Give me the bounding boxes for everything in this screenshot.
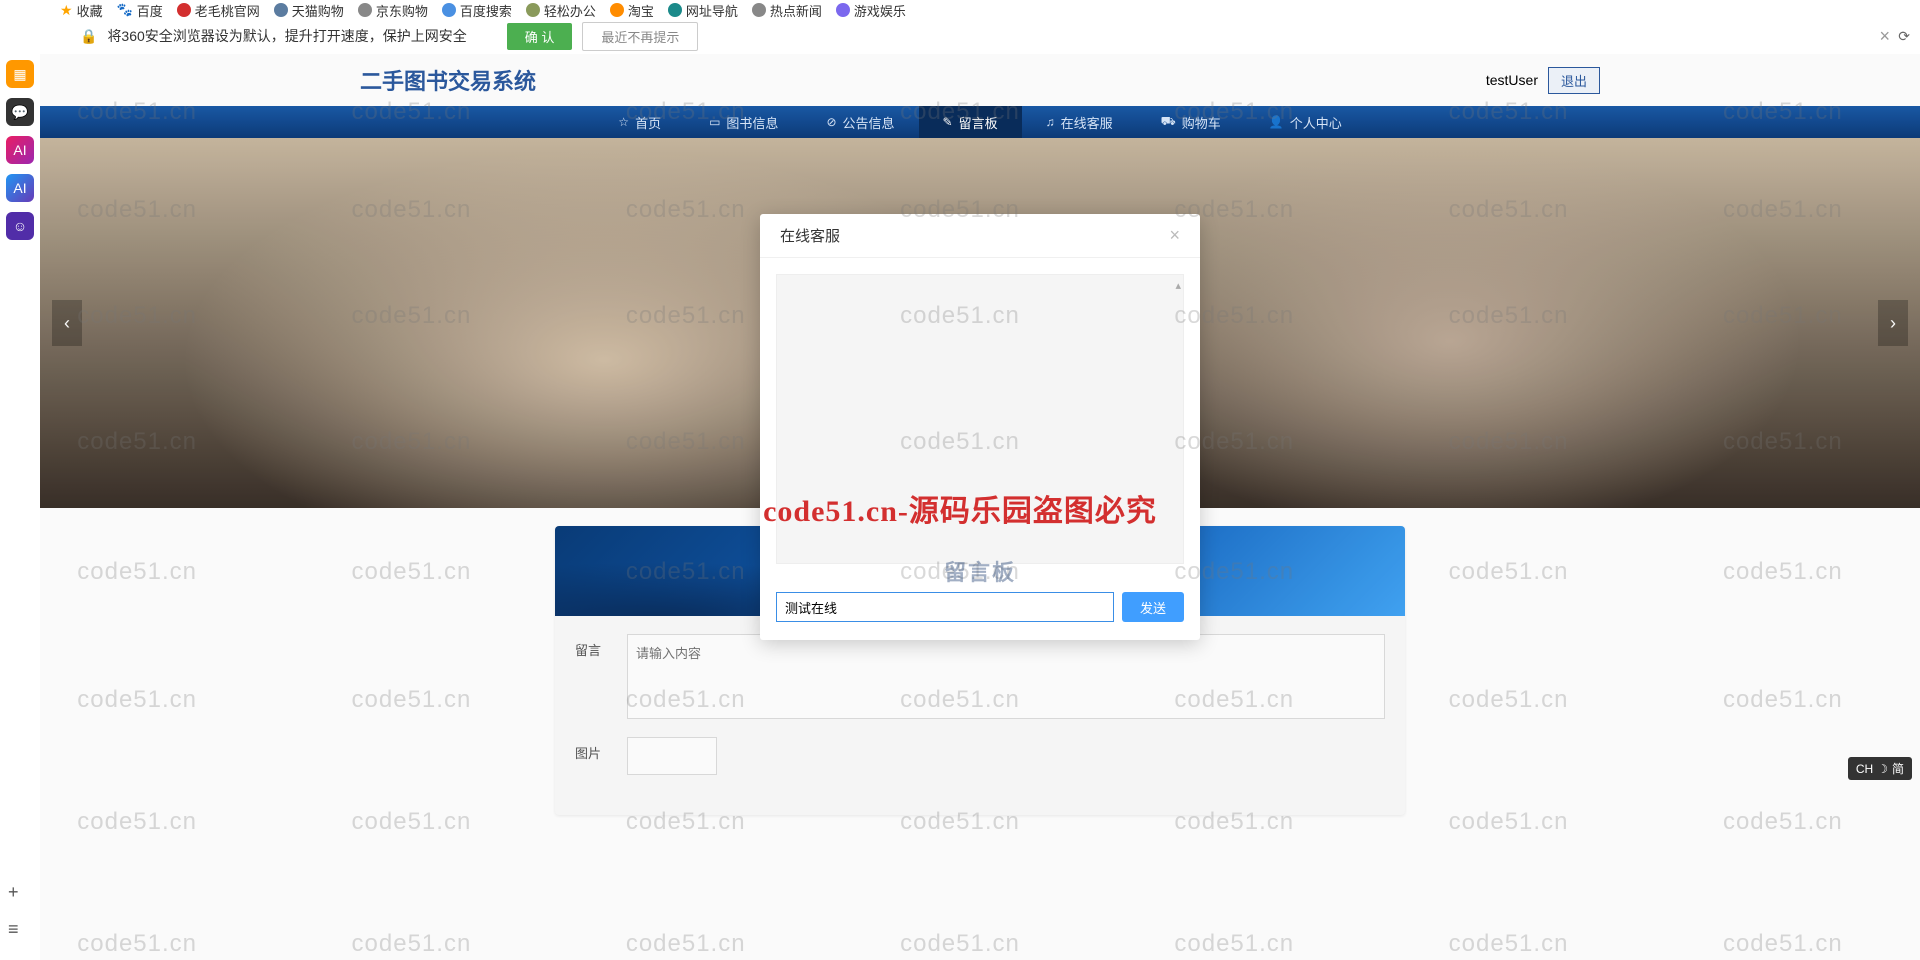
browser-sidebar: ▦ 💬 AI AI ☺ [0,54,40,240]
bookmark-baidu-search[interactable]: 百度搜索 [442,1,512,20]
bookmark-baidu[interactable]: 🐾百度 [117,1,163,20]
sidebar-app-icon[interactable]: ▦ [6,60,34,88]
chat-input[interactable] [776,592,1114,622]
dot-icon [442,3,456,17]
bookmark-news[interactable]: 热点新闻 [752,1,822,20]
bookmark-favorites[interactable]: ★收藏 [60,1,103,20]
dot-icon [610,3,624,17]
dot-icon [526,3,540,17]
plus-icon[interactable]: + [8,882,19,903]
dot-icon [836,3,850,17]
scroll-up-icon[interactable]: ▴ [1175,279,1181,292]
browser-sidebar-bottom: + ≡ [8,882,19,940]
star-icon: ★ [60,2,73,19]
sidebar-assistant-icon[interactable]: AI [6,174,34,202]
dot-icon [177,3,191,17]
sidebar-ai-icon[interactable]: AI [6,136,34,164]
modal-close-icon[interactable]: × [1169,225,1180,246]
bookmark-games[interactable]: 游戏娱乐 [836,1,906,20]
menu-icon[interactable]: ≡ [8,919,19,940]
modal-header: 在线客服 × [760,214,1200,258]
lock-icon: 🔒 [80,28,97,45]
close-icon[interactable]: × [1879,26,1890,47]
send-button[interactable]: 发送 [1122,592,1184,622]
noremind-button[interactable]: 最近不再提示 [582,22,698,51]
modal-body: ▴ [760,258,1200,580]
dot-icon [358,3,372,17]
bookmark-jd[interactable]: 京东购物 [358,1,428,20]
chat-history-area[interactable]: ▴ [776,274,1184,564]
banner-title: 留言板 [944,555,1016,587]
main-area: 二手图书交易系统 testUser 退出 ☆首页 ▭图书信息 ⊘公告信息 ✎留言… [40,54,1920,960]
paw-icon: 🐾 [117,2,133,18]
bookmark-tmall[interactable]: 天猫购物 [274,1,344,20]
dot-icon [274,3,288,17]
confirm-button[interactable]: 确 认 [507,23,573,50]
bookmark-nav[interactable]: 网址导航 [668,1,738,20]
bookmarks-bar: ★收藏 🐾百度 老毛桃官网 天猫购物 京东购物 百度搜索 轻松办公 淘宝 网址导… [0,0,1920,20]
bookmark-office[interactable]: 轻松办公 [526,1,596,20]
modal-footer: 发送 [760,580,1200,640]
dot-icon [668,3,682,17]
back-icon[interactable]: ⟳ [1898,28,1910,45]
dot-icon [752,3,766,17]
moon-icon: ☽ [1877,762,1888,776]
bookmark-laomaotao[interactable]: 老毛桃官网 [177,1,260,20]
sidebar-chat-icon[interactable]: 💬 [6,98,34,126]
bookmark-taobao[interactable]: 淘宝 [610,1,654,20]
modal-overlay: 在线客服 × ▴ 发送 [40,54,1920,960]
sidebar-smile-icon[interactable]: ☺ [6,212,34,240]
modal-title: 在线客服 [780,225,840,246]
ime-badge[interactable]: CH☽简 [1848,757,1912,780]
security-bar: 🔒 将360安全浏览器设为默认，提升打开速度，保护上网安全 确 认 最近不再提示… [0,20,1920,52]
security-text: 将360安全浏览器设为默认，提升打开速度，保护上网安全 [107,26,466,46]
